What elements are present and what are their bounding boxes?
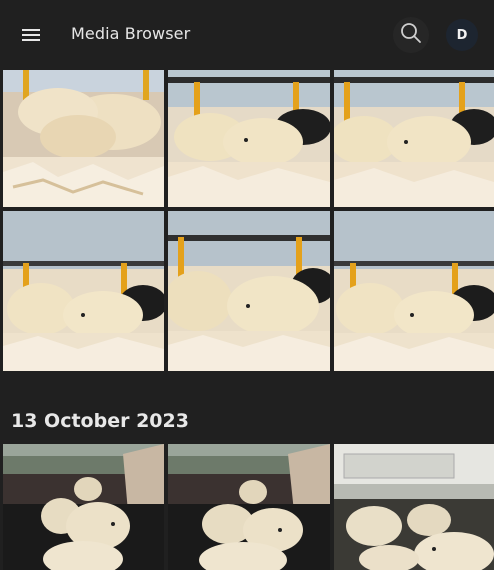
section-date-heading: 13 October 2023	[11, 410, 189, 432]
photo-thumbnail[interactable]	[334, 211, 494, 371]
search-button[interactable]	[393, 17, 429, 53]
photo-grid: 13 October 2023	[0, 0, 494, 570]
page-title: Media Browser	[71, 24, 191, 43]
photo-thumbnail[interactable]	[168, 444, 330, 570]
photo-thumbnail[interactable]	[3, 211, 164, 371]
photo-thumbnail[interactable]	[334, 444, 494, 570]
menu-icon	[21, 27, 41, 43]
search-icon	[400, 22, 422, 48]
avatar[interactable]: D	[446, 19, 478, 51]
photo-thumbnail[interactable]	[3, 62, 164, 207]
photo-thumbnail[interactable]	[3, 444, 164, 570]
media-browser-app: 13 October 2023 Media Browser D	[0, 0, 494, 570]
app-header: Media Browser D	[0, 0, 494, 70]
photo-thumbnail[interactable]	[168, 62, 330, 207]
photo-thumbnail[interactable]	[168, 211, 330, 371]
photo-thumbnail[interactable]	[334, 62, 494, 207]
menu-button[interactable]	[12, 17, 50, 53]
